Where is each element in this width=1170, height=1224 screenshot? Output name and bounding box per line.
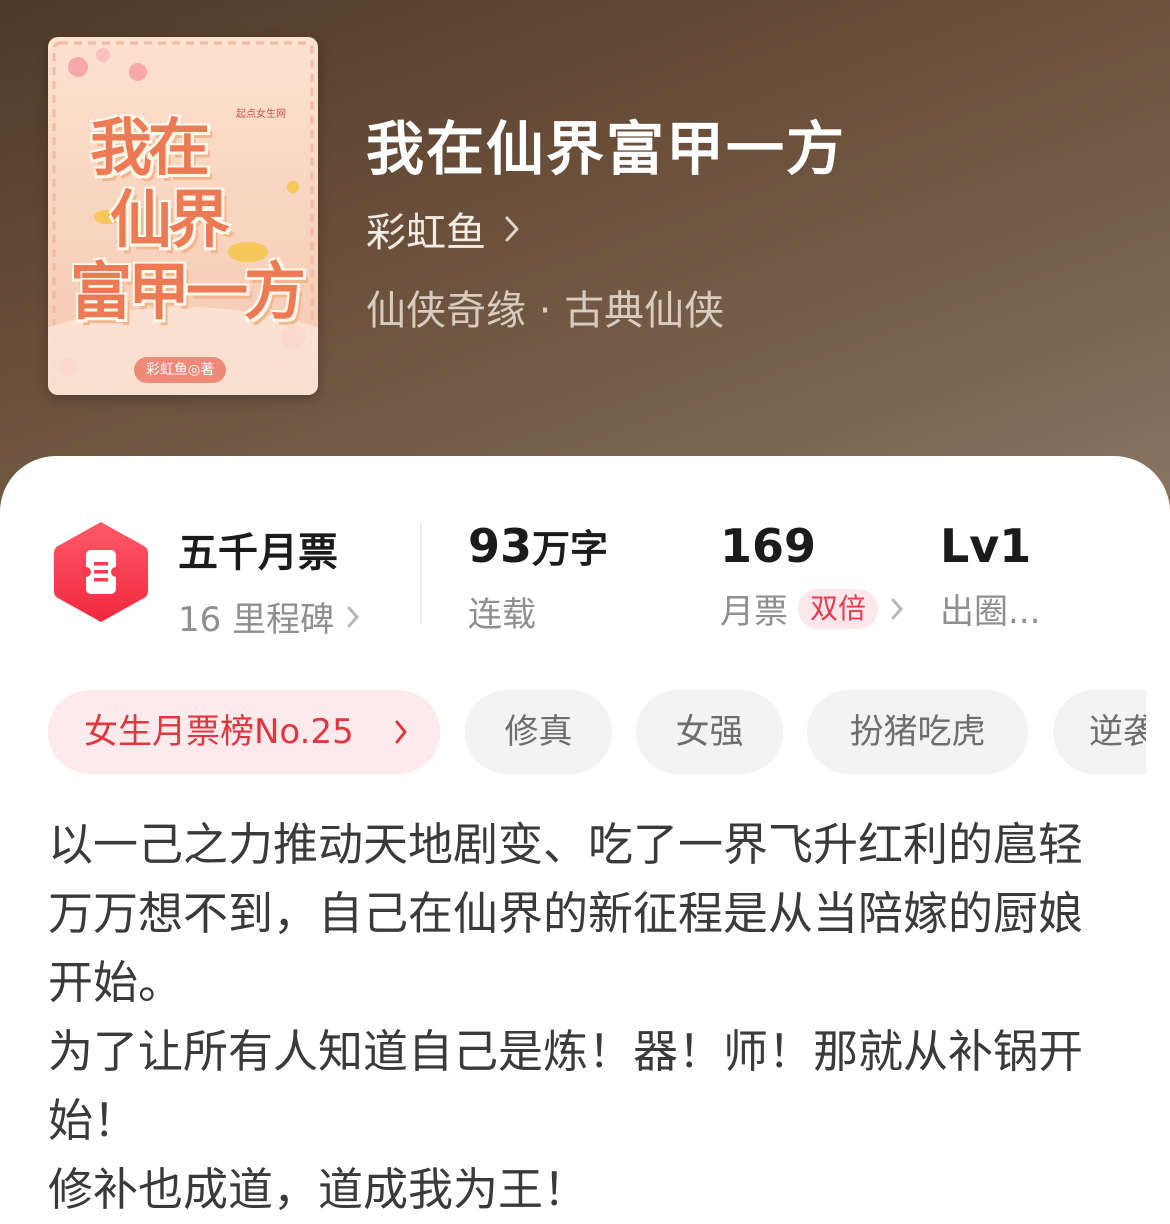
synopsis-line: 以一己之力推动天地剧变、吃了一界飞升红利的扈轻: [48, 818, 1084, 871]
book-synopsis[interactable]: 以一己之力推动天地剧变、吃了一界飞升红利的扈轻 万万想不到，自己在仙界的新征程是…: [48, 810, 1126, 1224]
level-stat[interactable]: Lv1 出圈...: [940, 520, 1040, 633]
ticket-milestone-stat[interactable]: 五千月票 16 里程碑: [178, 520, 360, 641]
stat-divider: [420, 522, 422, 624]
monthly-tickets-stat[interactable]: 169 月票 双倍: [720, 520, 904, 633]
level-value: Lv1: [940, 519, 1032, 573]
level-label: 出圈...: [940, 592, 1041, 632]
ticket-rank-title: 五千月票: [178, 530, 338, 576]
book-genre[interactable]: 仙侠奇缘 · 古典仙侠: [366, 278, 724, 336]
synopsis-line: 万万想不到，自己在仙界的新征程是从当陪嫁的厨娘: [48, 887, 1084, 940]
author-link[interactable]: 彩虹鱼: [366, 200, 520, 258]
synopsis-line: 开始。: [48, 956, 184, 1009]
milestone-count: 16 里程碑: [178, 600, 335, 640]
tag-item[interactable]: 逆袭: [1053, 690, 1146, 774]
chevron-right-icon: [505, 216, 519, 242]
cover-title: 我在 仙界 富甲一方: [70, 111, 306, 328]
rank-tag[interactable]: 女生月票榜No.25: [48, 690, 440, 774]
cover-author-tag: 彩虹鱼◎著: [134, 357, 227, 383]
synopsis-line: 为了让所有人知道自己是炼！器！师！那就从补锅开: [48, 1025, 1084, 1078]
book-detail-page: 起点女生网 我在 仙界 富甲一方 彩虹鱼◎著 我在仙界富甲一方 彩虹鱼 仙侠奇缘…: [0, 0, 1170, 1224]
book-header: 起点女生网 我在 仙界 富甲一方 彩虹鱼◎著 我在仙界富甲一方 彩虹鱼 仙侠奇缘…: [0, 0, 1170, 520]
chevron-right-icon: [347, 606, 359, 627]
tag-item[interactable]: 修真: [465, 690, 612, 774]
synopsis-line: 修补也成道，道成我为王！: [48, 1163, 589, 1216]
tag-list: 女生月票榜No.25 修真 女强 扮猪吃虎 逆袭: [48, 690, 1146, 774]
tag-item[interactable]: 女强: [636, 690, 783, 774]
book-cover[interactable]: 起点女生网 我在 仙界 富甲一方 彩虹鱼◎著: [48, 37, 318, 395]
word-count-number: 93: [468, 519, 533, 573]
tag-item[interactable]: 扮猪吃虎: [807, 690, 1028, 774]
monthly-ticket-icon[interactable]: [52, 518, 150, 626]
monthly-tickets-number: 169: [720, 519, 817, 573]
book-title: 我在仙界富甲一方: [366, 115, 847, 183]
double-ticket-badge: 双倍: [798, 588, 879, 629]
rank-tag-label: 女生月票榜No.25: [84, 712, 354, 752]
monthly-tickets-label: 月票: [720, 592, 788, 632]
chevron-right-icon: [395, 720, 407, 744]
chevron-right-icon: [891, 598, 903, 619]
word-count-unit: 万字: [532, 527, 609, 571]
author-name: 彩虹鱼: [366, 210, 486, 256]
word-count-stat: 93万字 连载: [468, 520, 608, 636]
serial-status: 连载: [468, 595, 536, 635]
synopsis-line: 始！: [48, 1094, 139, 1147]
